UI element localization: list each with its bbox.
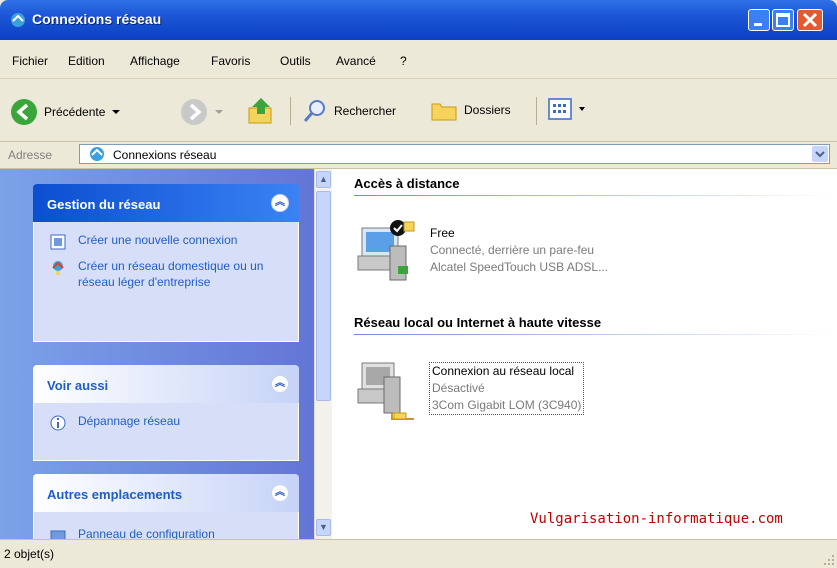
task-network-troubleshooter[interactable]: Dépannage réseau xyxy=(48,413,288,431)
dialup-connection-icon[interactable] xyxy=(354,216,424,286)
task-label: Créer une nouvelle connexion xyxy=(78,233,238,247)
search-label: Rechercher xyxy=(334,104,397,118)
forward-dropdown-icon xyxy=(215,110,223,114)
resize-grip-icon[interactable] xyxy=(823,554,835,566)
other-places-title: Autres emplacements xyxy=(47,487,183,502)
task-home-network[interactable]: Créer un réseau domestique ou un réseau … xyxy=(48,258,288,290)
back-arrow-icon xyxy=(11,99,37,125)
connection-device: 3Com Gigabit LOM (3C940) xyxy=(432,398,582,412)
toolbar-separator xyxy=(536,97,537,125)
address-label: Adresse xyxy=(8,148,53,162)
network-tasks-header[interactable]: Gestion du réseau ︽ xyxy=(33,184,299,222)
task-create-connection[interactable]: Créer une nouvelle connexion xyxy=(48,232,288,250)
menu-favoris[interactable]: Favoris xyxy=(211,54,250,68)
control-panel-icon xyxy=(50,530,66,539)
views-dropdown-icon xyxy=(579,107,585,111)
status-text: 2 objet(s) xyxy=(4,547,55,561)
title-bar[interactable]: Connexions réseau xyxy=(0,0,837,40)
network-connections-icon xyxy=(90,147,104,161)
toolbar-separator xyxy=(290,97,291,125)
scroll-down-button[interactable]: ▼ xyxy=(316,519,331,536)
home-network-icon xyxy=(52,261,64,275)
back-label: Précédente xyxy=(44,105,106,119)
lan-connection-icon[interactable] xyxy=(354,355,424,425)
folders-button[interactable]: Dossiers xyxy=(430,98,511,122)
forward-arrow-icon xyxy=(181,99,207,125)
collapse-icon[interactable]: ︽ xyxy=(271,194,289,212)
status-bar: 2 objet(s) xyxy=(0,539,837,568)
folders-label: Dossiers xyxy=(464,103,511,117)
task-label: Créer un réseau domestique ou un réseau … xyxy=(78,259,264,289)
menu-bar: Fichier Edition Affichage Favoris Outils… xyxy=(0,40,837,109)
views-icon xyxy=(548,98,572,120)
menu-fichier[interactable]: Fichier xyxy=(12,54,48,68)
maximize-icon xyxy=(776,13,790,27)
other-places-header[interactable]: Autres emplacements ︽ xyxy=(33,474,299,512)
collapse-icon[interactable]: ︽ xyxy=(271,375,289,393)
see-also-header[interactable]: Voir aussi ︽ xyxy=(33,365,299,403)
address-field[interactable]: Connexions réseau xyxy=(79,144,830,164)
see-also-title: Voir aussi xyxy=(47,378,109,393)
window-title: Connexions réseau xyxy=(32,11,162,27)
watermark: Vulgarisation-informatique.com xyxy=(530,511,783,527)
menu-avance[interactable]: Avancé xyxy=(336,54,376,68)
group-divider xyxy=(354,195,834,196)
search-button[interactable]: Rechercher xyxy=(302,98,396,124)
forward-button[interactable] xyxy=(180,98,224,126)
search-icon xyxy=(303,100,325,122)
menu-outils[interactable]: Outils xyxy=(280,54,311,68)
chevron-down-icon xyxy=(815,151,825,158)
network-tasks-body: Créer une nouvelle connexion Créer un ré… xyxy=(33,222,299,342)
task-pane: Gestion du réseau ︽ Créer une nouvelle c… xyxy=(0,169,314,539)
scroll-thumb[interactable] xyxy=(316,191,331,401)
close-button[interactable] xyxy=(797,9,823,31)
back-button[interactable]: Précédente xyxy=(10,98,121,126)
address-value: Connexions réseau xyxy=(113,148,217,162)
up-folder-icon[interactable] xyxy=(246,96,276,126)
maximize-button[interactable] xyxy=(772,9,794,31)
menu-edition[interactable]: Edition xyxy=(68,54,105,68)
menu-help[interactable]: ? xyxy=(400,54,407,68)
content-area: Accès à distance Free Connecté, derrière… xyxy=(332,169,837,539)
address-dropdown-button[interactable] xyxy=(812,146,828,162)
task-label: Dépannage réseau xyxy=(78,414,181,428)
address-bar: Adresse Connexions réseau xyxy=(0,142,837,169)
info-icon xyxy=(50,415,66,431)
network-connections-icon xyxy=(11,13,25,27)
toolbar: Précédente Rechercher Dossiers xyxy=(0,79,837,142)
connection-free[interactable]: Free Connecté, derrière un pare-feu Alca… xyxy=(430,225,608,276)
close-icon xyxy=(802,12,818,28)
vertical-scrollbar[interactable]: ▲ ▼ xyxy=(314,169,332,539)
minimize-icon xyxy=(754,23,762,26)
other-places-body: Panneau de configuration xyxy=(33,512,299,539)
folders-icon xyxy=(431,103,457,121)
network-tasks-title: Gestion du réseau xyxy=(47,197,161,212)
views-button[interactable] xyxy=(548,98,586,120)
menu-affichage[interactable]: Affichage xyxy=(130,54,180,68)
collapse-icon[interactable]: ︽ xyxy=(271,484,289,502)
group-lan-title: Réseau local ou Internet à haute vitesse xyxy=(354,315,602,330)
task-label: Panneau de configuration xyxy=(78,527,215,539)
connection-status: Désactivé xyxy=(432,381,485,395)
scroll-up-button[interactable]: ▲ xyxy=(316,171,331,188)
other-places-panel: Autres emplacements ︽ Panneau de configu… xyxy=(33,474,299,539)
task-control-panel[interactable]: Panneau de configuration xyxy=(48,526,288,539)
group-divider xyxy=(354,334,834,335)
see-also-panel: Voir aussi ︽ Dépannage réseau xyxy=(33,365,299,461)
back-dropdown-icon[interactable] xyxy=(111,108,121,116)
connection-lan[interactable]: Connexion au réseau local Désactivé 3Com… xyxy=(428,362,585,415)
new-connection-icon xyxy=(50,234,66,250)
connection-name: Connexion au réseau local xyxy=(432,364,575,378)
minimize-button[interactable] xyxy=(748,9,770,31)
connection-status: Connecté, derrière un pare-feu xyxy=(430,243,595,257)
network-tasks-panel: Gestion du réseau ︽ Créer une nouvelle c… xyxy=(33,184,299,342)
see-also-body: Dépannage réseau xyxy=(33,403,299,461)
connection-name: Free xyxy=(430,226,455,240)
group-remote-access-title: Accès à distance xyxy=(354,176,460,191)
connection-device: Alcatel SpeedTouch USB ADSL... xyxy=(430,260,609,274)
